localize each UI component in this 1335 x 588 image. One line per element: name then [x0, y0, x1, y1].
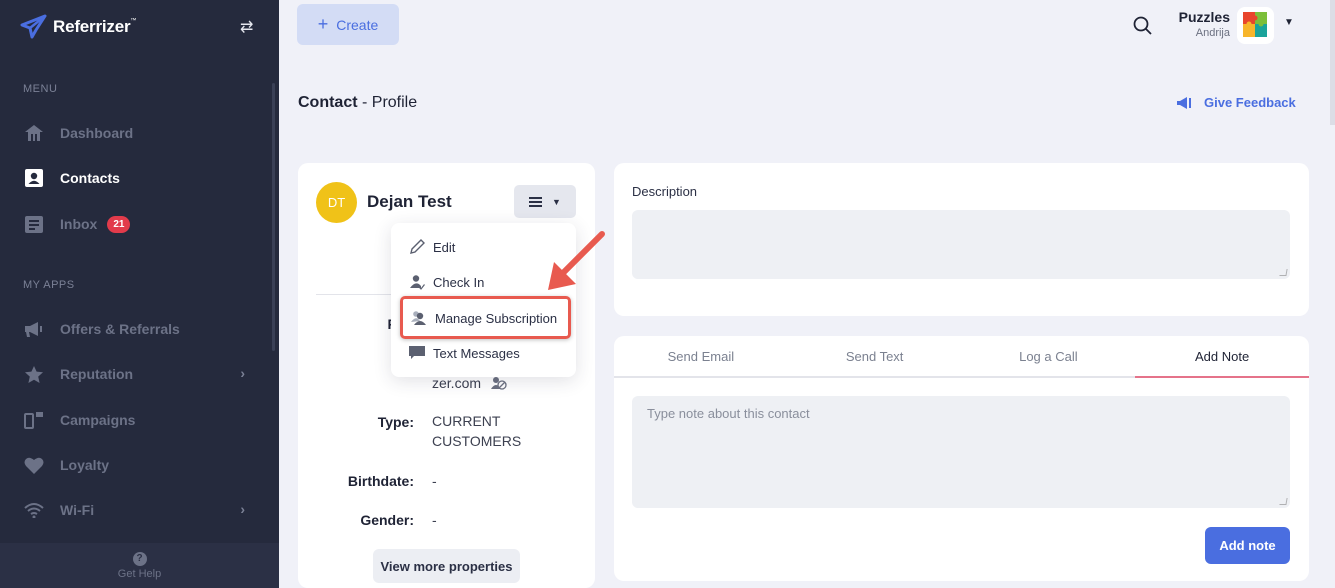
- sidebar-item-offers-referrals[interactable]: Offers & Referrals: [23, 314, 253, 344]
- get-help-label: Get Help: [117, 568, 162, 580]
- page-title-bold: Contact: [298, 94, 358, 111]
- account-menu-caret-icon[interactable]: ▼: [1284, 17, 1294, 28]
- gender-value: -: [432, 512, 437, 528]
- email-text: zer.com: [432, 375, 482, 391]
- business-avatar[interactable]: [1237, 7, 1274, 44]
- sidebar-item-inbox[interactable]: Inbox 21: [23, 209, 253, 239]
- tab-send-email[interactable]: Send Email: [614, 336, 788, 376]
- account-name: Puzzles: [1178, 9, 1230, 25]
- home-icon: [23, 123, 45, 143]
- menu-item-label: Edit: [433, 239, 456, 255]
- menu-section-label: MENU: [23, 83, 58, 95]
- chat-icon: [408, 345, 425, 362]
- activity-card: Send Email Send Text Log a Call Add Note…: [614, 336, 1309, 581]
- contact-avatar: DT: [316, 182, 357, 223]
- page-title-rest: - Profile: [357, 94, 418, 111]
- sidebar-item-reputation[interactable]: Reputation ›: [23, 359, 253, 389]
- inbox-icon: [23, 214, 45, 234]
- caret-down-icon: ▼: [552, 196, 561, 207]
- sidebar-item-label: Reputation: [60, 366, 134, 382]
- sidebar-item-label: Campaigns: [60, 412, 136, 428]
- megaphone-icon: [1177, 96, 1191, 109]
- menu-item-check-in[interactable]: Check In: [408, 270, 484, 294]
- contact-card-icon: [23, 168, 45, 188]
- tab-log-a-call[interactable]: Log a Call: [962, 336, 1136, 376]
- description-label: Description: [632, 184, 698, 199]
- sidebar: Referrizer ™ ⇄ MENU Dashboard Contacts I…: [0, 0, 279, 588]
- pencil-icon: [408, 239, 425, 256]
- sidebar-item-label: Loyalty: [60, 457, 110, 473]
- puzzle-logo-icon: [1243, 12, 1267, 37]
- trademark: ™: [130, 17, 137, 24]
- create-button[interactable]: + Create: [297, 4, 399, 45]
- sidebar-item-wifi[interactable]: Wi-Fi ›: [23, 495, 253, 525]
- birthdate-value: -: [432, 473, 437, 489]
- check-in-icon: [408, 274, 425, 291]
- wifi-icon: [23, 500, 45, 520]
- sidebar-item-dashboard[interactable]: Dashboard: [23, 118, 253, 148]
- add-note-button[interactable]: Add note: [1205, 527, 1290, 564]
- contact-name: Dejan Test: [367, 192, 452, 211]
- note-input[interactable]: Type note about this contact: [632, 396, 1290, 508]
- brand-logo[interactable]: Referrizer ™: [20, 14, 136, 39]
- type-label: Type:: [377, 414, 414, 430]
- sidebar-item-label: Dashboard: [60, 125, 134, 141]
- tab-send-text[interactable]: Send Text: [788, 336, 962, 376]
- annotation-arrow-icon: [548, 231, 605, 290]
- unsubscribed-icon: [490, 377, 507, 390]
- resize-handle[interactable]: [1279, 498, 1288, 505]
- toggle-sidebar-icon[interactable]: ⇄: [240, 17, 253, 37]
- chevron-right-icon: ›: [240, 501, 245, 517]
- star-icon: [23, 364, 45, 384]
- menu-item-text-messages[interactable]: Text Messages: [408, 341, 520, 365]
- gender-label: Gender:: [360, 512, 414, 528]
- sidebar-item-label: Wi-Fi: [60, 502, 95, 518]
- description-card: Description: [614, 163, 1309, 316]
- chevron-right-icon: ›: [240, 365, 245, 381]
- sidebar-item-campaigns[interactable]: Campaigns: [23, 405, 253, 435]
- sidebar-item-label: Contacts: [60, 170, 120, 186]
- create-label: Create: [336, 16, 379, 33]
- birthdate-label: Birthdate:: [347, 473, 414, 489]
- menu-item-label: Check In: [433, 274, 485, 290]
- sidebar-item-label: Inbox: [60, 216, 98, 232]
- annotation-highlight-box: [400, 296, 571, 339]
- megaphone-icon: [23, 319, 45, 339]
- view-more-properties-button[interactable]: View more properties: [373, 549, 520, 583]
- hamburger-icon: [529, 196, 543, 207]
- give-feedback-link[interactable]: Give Feedback: [1176, 95, 1296, 110]
- note-placeholder: Type note about this contact: [647, 406, 810, 421]
- give-feedback-label: Give Feedback: [1204, 95, 1296, 110]
- sidebar-item-contacts[interactable]: Contacts: [23, 163, 253, 193]
- sidebar-item-label: Offers & Referrals: [60, 321, 180, 337]
- heart-icon: [23, 455, 45, 475]
- account-user: Andrija: [1195, 27, 1230, 39]
- description-input[interactable]: [632, 210, 1290, 279]
- tab-add-note[interactable]: Add Note: [1135, 336, 1309, 378]
- plus-icon: +: [317, 14, 329, 34]
- contact-actions-menu-button[interactable]: ▼: [514, 185, 576, 218]
- paper-plane-logo-icon: [20, 14, 47, 39]
- search-icon[interactable]: [1133, 16, 1152, 35]
- sidebar-scrollbar[interactable]: [272, 83, 275, 351]
- page-scrollbar[interactable]: [1330, 0, 1335, 125]
- my-apps-section-label: MY APPS: [23, 279, 75, 291]
- sidebar-item-loyalty[interactable]: Loyalty: [23, 450, 253, 480]
- account-info[interactable]: Puzzles Andrija: [1170, 9, 1230, 39]
- menu-item-edit[interactable]: Edit: [408, 235, 455, 259]
- get-help-button[interactable]: ? Get Help: [0, 543, 279, 588]
- inbox-count-badge: 21: [107, 215, 131, 233]
- menu-item-label: Text Messages: [433, 345, 520, 361]
- page-title: Contact - Profile: [298, 94, 417, 112]
- brand-name: Referrizer: [53, 16, 131, 36]
- campaigns-icon: [23, 410, 45, 430]
- activity-tabs: Send Email Send Text Log a Call Add Note: [614, 336, 1309, 378]
- type-value: CURRENT CUSTOMERS: [432, 413, 522, 449]
- help-icon: ?: [132, 552, 147, 566]
- resize-handle[interactable]: [1279, 269, 1288, 276]
